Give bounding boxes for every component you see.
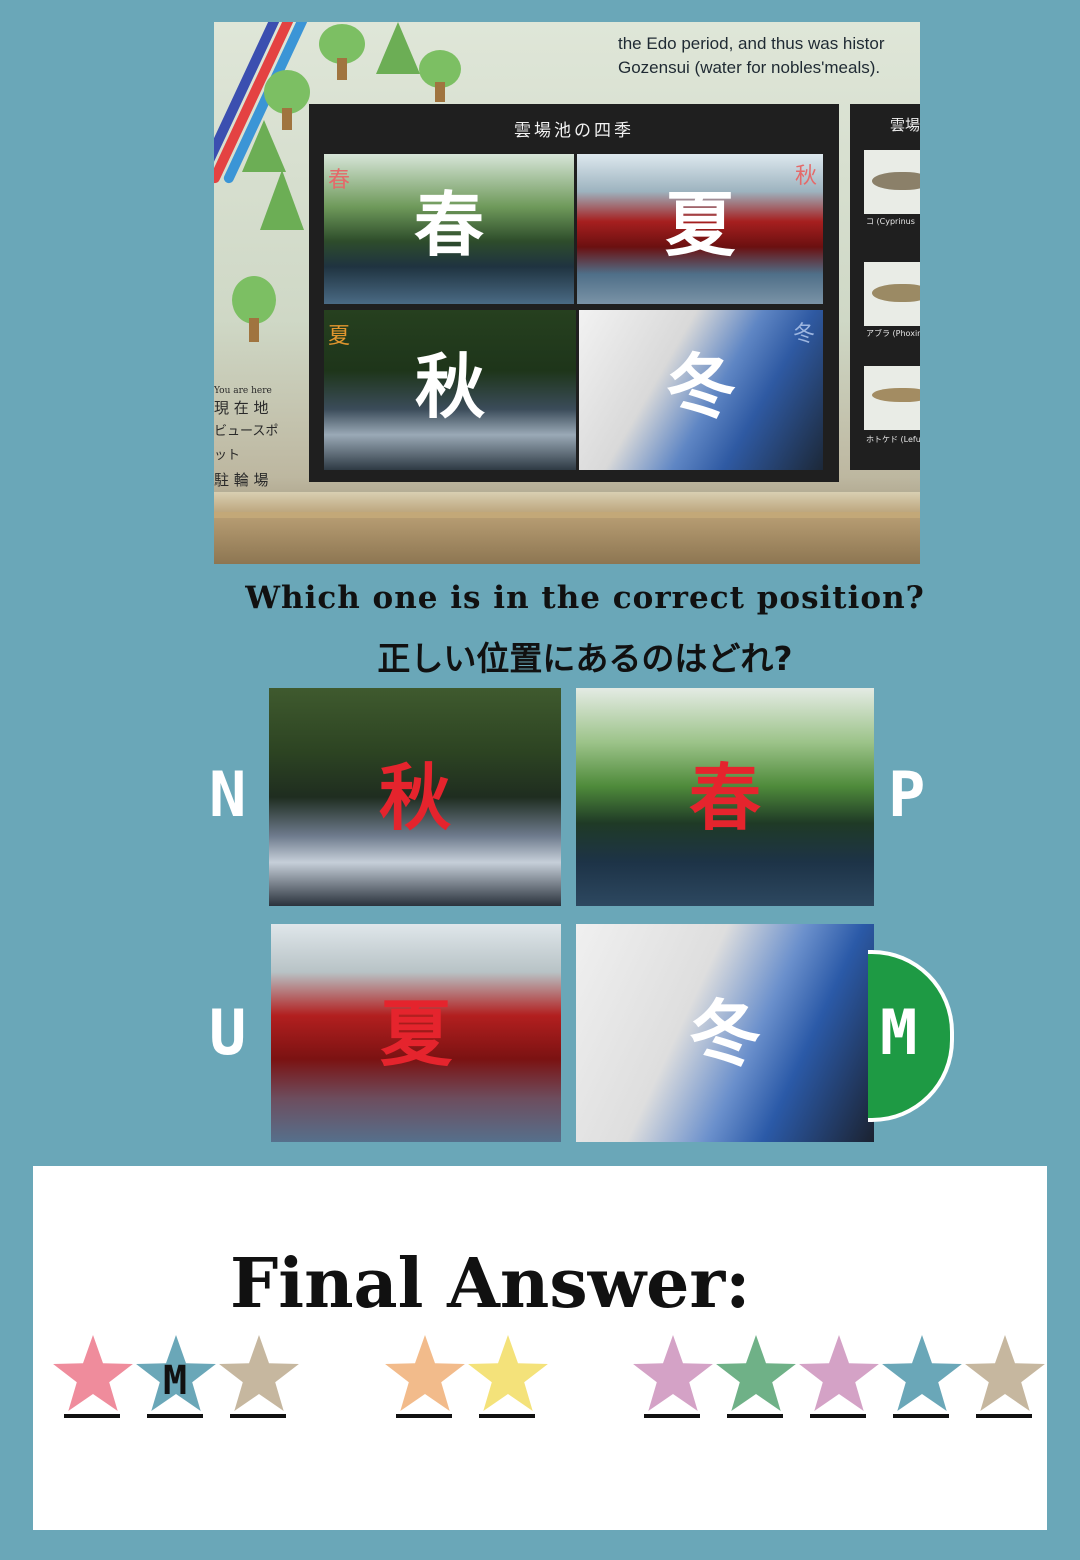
panel-title: 雲場池の四季: [514, 121, 634, 141]
legend-item: 現 在 地: [214, 399, 269, 417]
pine-tree-icon: [242, 120, 286, 172]
option-photo-m[interactable]: 冬: [576, 924, 874, 1142]
option-letter-p: P: [888, 758, 926, 831]
option-season-label: 秋: [378, 756, 451, 840]
answer-slot[interactable]: [632, 1334, 718, 1424]
season-label: 冬: [666, 346, 736, 428]
fish-panel: 雲場 コ (Cyprinus アブラ (Phoxinus la ホトケド (Le…: [850, 104, 920, 470]
answer-slot[interactable]: [715, 1334, 801, 1424]
option-photo-p[interactable]: 春: [576, 688, 874, 906]
slot-underline: [396, 1414, 452, 1418]
slot-underline: [479, 1414, 535, 1418]
fish-image: [864, 150, 920, 214]
star-icon: [468, 1335, 548, 1411]
season-photo-summer: 夏 秋: [324, 310, 576, 470]
four-seasons-panel: 雲場池の四季 春 春 秋 夏 夏 秋 冬 冬: [309, 104, 839, 482]
board-edge: [214, 512, 920, 518]
pine-tree-icon: [376, 22, 420, 74]
star-icon: [799, 1335, 879, 1411]
star-icon: [53, 1335, 133, 1411]
option-season-label: 夏: [379, 992, 452, 1076]
season-label: 夏: [665, 184, 735, 266]
star-icon: [716, 1335, 796, 1411]
slot-underline: [727, 1414, 783, 1418]
option-photo-u[interactable]: 夏: [271, 924, 561, 1142]
sign-photo: the Edo period, and thus was histor Goze…: [214, 22, 920, 564]
star-icon: [385, 1335, 465, 1411]
answer-slot[interactable]: [798, 1334, 884, 1424]
fish-caption: コ (Cyprinus: [866, 217, 915, 226]
legend-item: 駐 輪 場: [214, 471, 269, 489]
slot-underline: [976, 1414, 1032, 1418]
answer-slot[interactable]: [384, 1334, 470, 1424]
board-frame: [214, 492, 920, 564]
slot-underline: [147, 1414, 203, 1418]
season-label: 秋: [415, 346, 485, 428]
corner-label: 冬: [792, 322, 815, 347]
star-icon: [882, 1335, 962, 1411]
season-label: 春: [414, 184, 484, 266]
option-photo-n[interactable]: 秋: [269, 688, 561, 906]
slot-letter: M: [162, 1358, 188, 1404]
legend-item: ビュースポット: [214, 424, 279, 463]
slot-underline: [230, 1414, 286, 1418]
fish-image: [864, 366, 920, 430]
star-icon: [633, 1335, 713, 1411]
answer-slot[interactable]: [218, 1334, 304, 1424]
final-answer-title: Final Answer:: [230, 1244, 751, 1324]
fish-caption: ホトケド (Lefua ech: [866, 435, 920, 444]
season-photo-winter: 冬 冬: [579, 310, 823, 470]
pine-tree-icon: [260, 170, 304, 230]
star-icon: [965, 1335, 1045, 1411]
option-letter-n: N: [209, 758, 247, 831]
corner-label: 秋: [794, 164, 817, 189]
slot-underline: [893, 1414, 949, 1418]
fish-panel-title: 雲場: [890, 116, 920, 134]
option-season-label: 冬: [688, 992, 761, 1076]
fish-image: [864, 262, 920, 326]
legend-item: You are here: [214, 386, 272, 396]
option-letter-m: M: [880, 996, 918, 1069]
question-japanese: 正しい位置にあるのはどれ?: [377, 639, 793, 678]
option-season-label: 春: [688, 756, 761, 840]
season-photo-autumn: 秋 夏: [577, 154, 823, 304]
fish-caption: アブラ (Phoxinus la: [866, 329, 920, 338]
answer-slot[interactable]: [467, 1334, 553, 1424]
corner-label: 夏: [328, 324, 351, 349]
slot-underline: [644, 1414, 700, 1418]
question-english: Which one is in the correct position?: [245, 580, 925, 616]
season-photo-spring: 春 春: [324, 154, 574, 304]
answer-slot[interactable]: [881, 1334, 967, 1424]
answer-slot[interactable]: [52, 1334, 138, 1424]
slot-underline: [64, 1414, 120, 1418]
sign-english-text: the Edo period, and thus was histor Goze…: [618, 34, 885, 77]
star-icon: [219, 1335, 299, 1411]
answer-slot[interactable]: [964, 1334, 1050, 1424]
option-letter-u: U: [209, 996, 247, 1069]
slot-underline: [810, 1414, 866, 1418]
answer-slot[interactable]: M: [135, 1334, 221, 1424]
map-legend: You are here 現 在 地 ビュースポット 駐 輪 場: [214, 386, 284, 489]
